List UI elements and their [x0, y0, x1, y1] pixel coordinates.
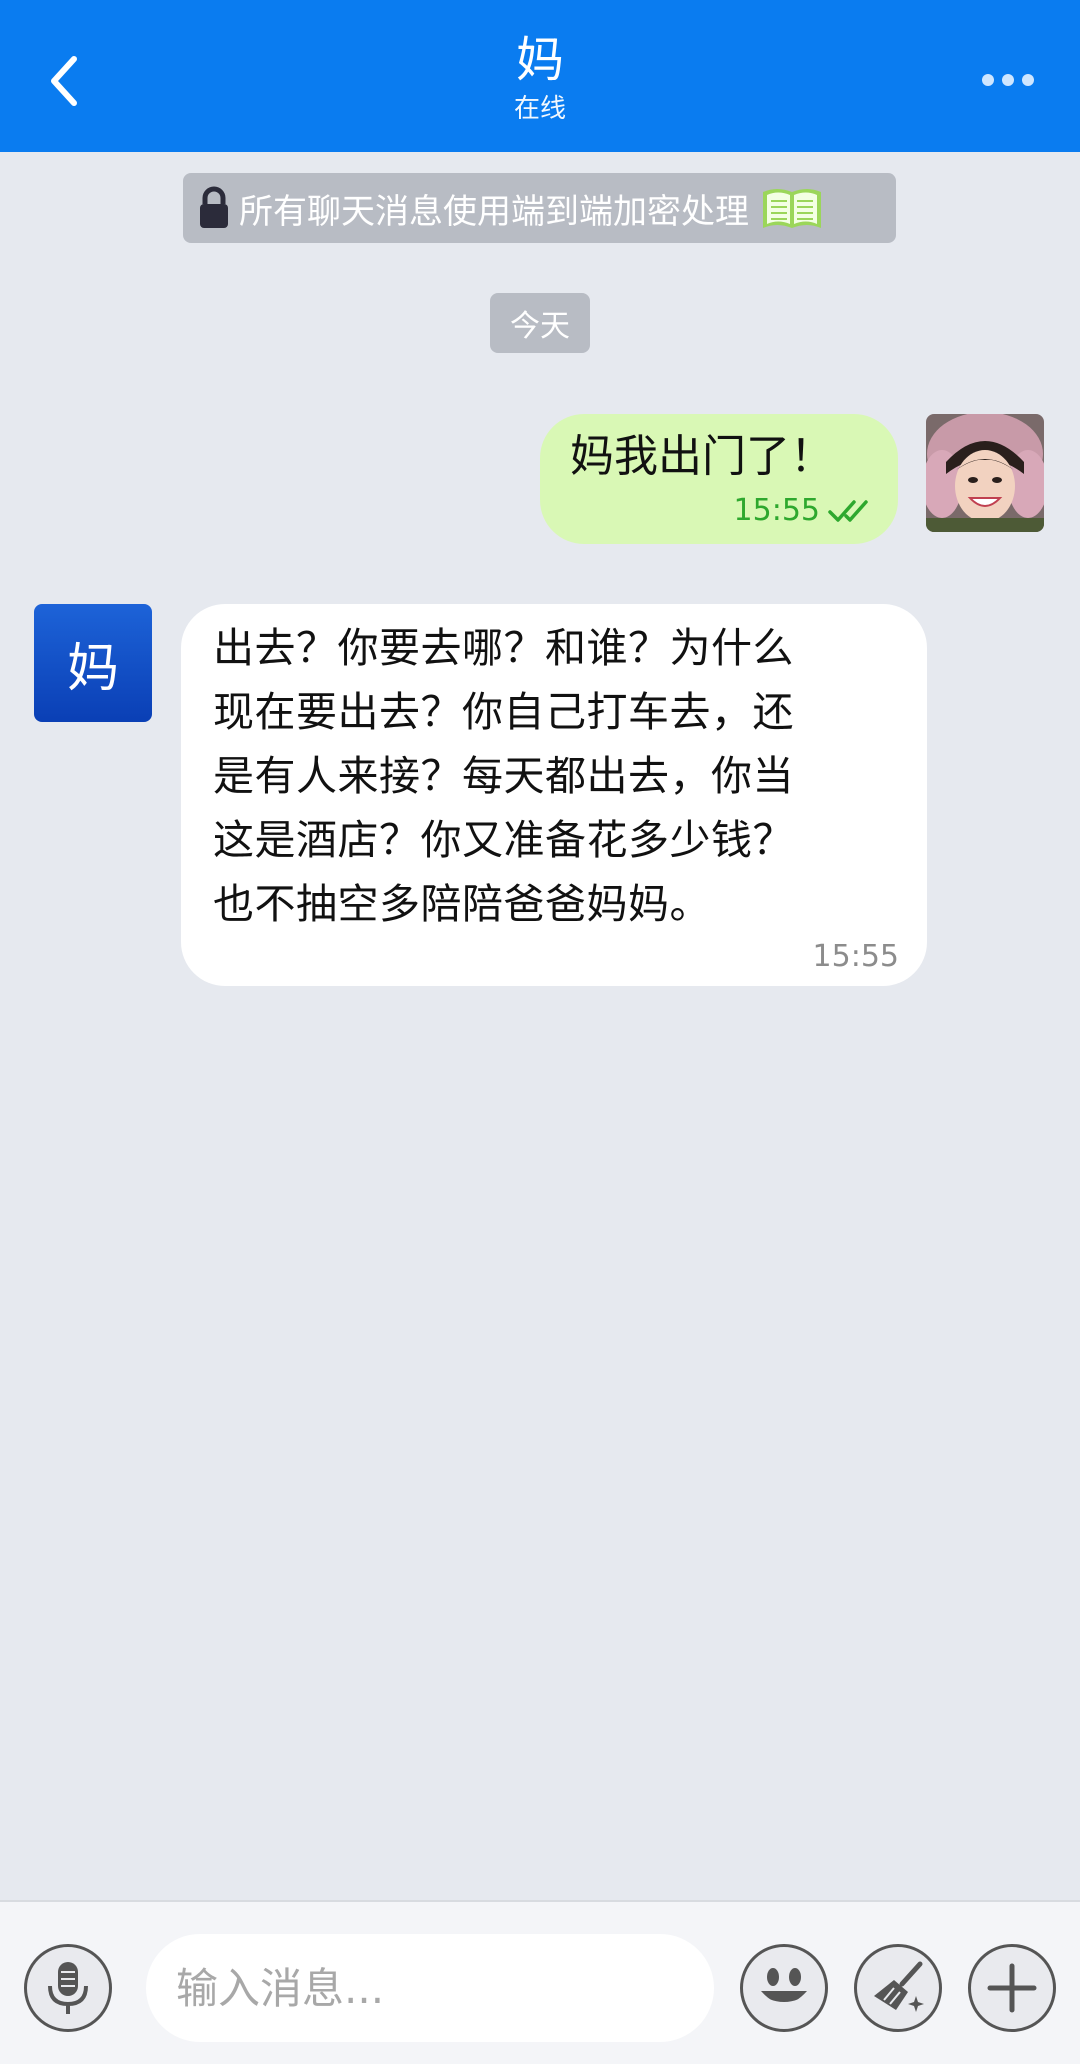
composer-bar: [0, 1900, 1080, 2064]
book-icon: [763, 189, 821, 228]
incoming-message-bubble[interactable]: 出去？你要去哪？和谁？为什么 现在要出去？你自己打车去，还 是有人来接？每天都出…: [181, 604, 927, 986]
voice-button[interactable]: [24, 1944, 112, 2032]
chat-header: 妈 在线: [0, 0, 1080, 152]
chat-title-area[interactable]: 妈 在线: [0, 30, 1080, 126]
emoji-button[interactable]: [740, 1944, 828, 2032]
plus-icon: [987, 1963, 1037, 2013]
contact-name: 妈: [515, 32, 564, 88]
microphone-icon: [48, 1962, 88, 2014]
my-avatar[interactable]: [926, 414, 1044, 532]
broom-button[interactable]: [854, 1944, 942, 2032]
message-input[interactable]: [146, 1934, 714, 2042]
smiley-face-icon: [761, 1968, 807, 2005]
encryption-text: 所有聊天消息使用端到端加密处理: [239, 191, 749, 232]
message-meta: 15:55: [734, 493, 872, 528]
lock-icon: [200, 186, 228, 228]
message-time: 15:55: [733, 493, 820, 528]
more-dots-icon: [982, 74, 1034, 86]
message-time: 15:55: [812, 939, 899, 974]
date-separator: 今天: [490, 293, 590, 353]
double-check-icon: [828, 499, 868, 522]
contact-status: 在线: [513, 94, 566, 124]
message-text: 出去？你要去哪？和谁？为什么 现在要出去？你自己打车去，还 是有人来接？每天都出…: [213, 624, 794, 928]
more-button[interactable]: [972, 58, 1044, 102]
encryption-banner[interactable]: 所有聊天消息使用端到端加密处理: [183, 173, 896, 243]
outgoing-message-bubble[interactable]: 妈我出门了！ 15:55: [540, 414, 898, 544]
broom-icon: [874, 1961, 924, 2012]
contact-avatar[interactable]: 妈: [34, 604, 152, 722]
message-text: 妈我出门了！: [570, 431, 834, 482]
user-photo-avatar: [926, 414, 1044, 532]
plus-button[interactable]: [968, 1944, 1056, 2032]
